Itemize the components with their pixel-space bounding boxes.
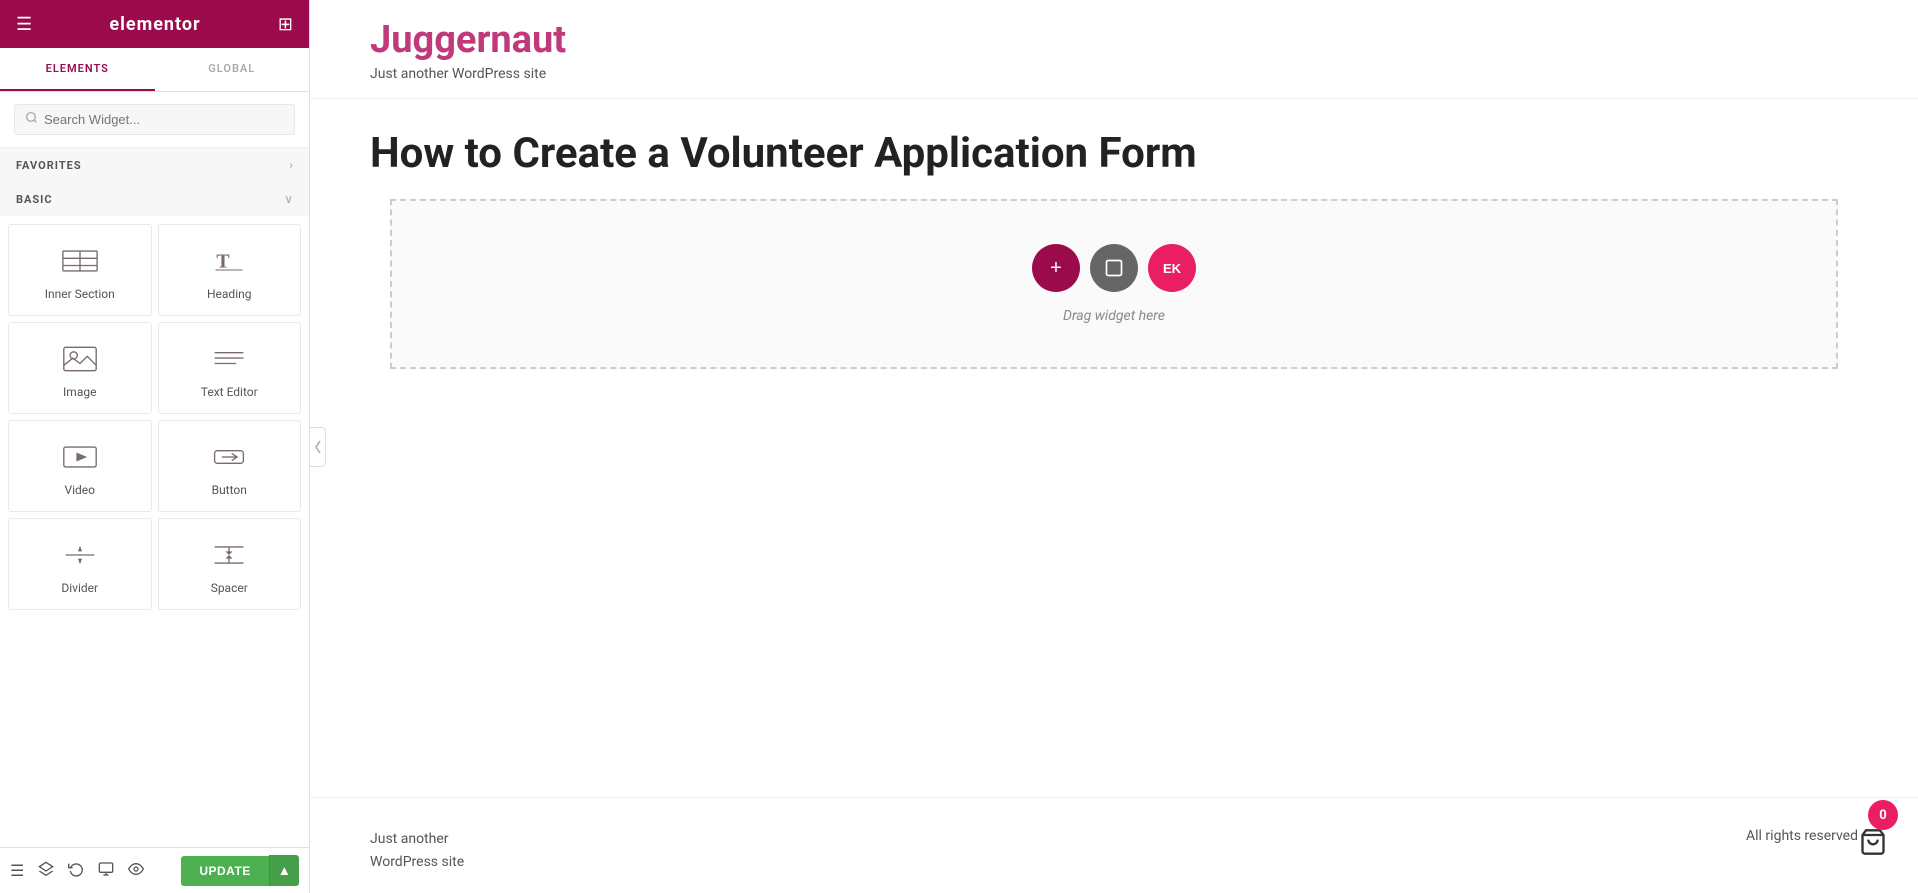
widget-text-editor-label: Text Editor — [201, 385, 258, 399]
favorites-label: FAVORITES — [16, 159, 82, 172]
layers-icon[interactable] — [38, 861, 54, 881]
post-content: How to Create a Volunteer Application Fo… — [310, 99, 1918, 777]
widget-grid: Inner Section T Heading Image — [8, 224, 301, 610]
responsive-icon[interactable] — [98, 861, 114, 881]
cart-badge-container: 0 — [1858, 794, 1888, 863]
grid-icon[interactable]: ⊞ — [278, 14, 293, 35]
widget-divider[interactable]: Divider — [8, 518, 152, 610]
search-wrapper — [14, 104, 295, 135]
widget-video[interactable]: Video — [8, 420, 152, 512]
basic-label: BASIC — [16, 193, 53, 206]
cart-icon[interactable] — [1859, 828, 1887, 863]
elementor-logo: elementor — [109, 14, 200, 35]
footer-left-line2: WordPress site — [370, 851, 464, 873]
site-title: Juggernaut — [370, 20, 1858, 62]
drop-zone-text: Drag widget here — [1063, 308, 1165, 324]
panel-header-center: elementor — [109, 14, 200, 35]
widget-heading[interactable]: T Heading — [158, 224, 302, 316]
tab-elements[interactable]: ELEMENTS — [0, 48, 155, 91]
widget-button-label: Button — [212, 483, 247, 497]
eye-icon[interactable] — [128, 861, 144, 881]
widget-heading-label: Heading — [207, 287, 252, 301]
widget-inner-section[interactable]: Inner Section — [8, 224, 152, 316]
update-dropdown-button[interactable]: ▲ — [269, 855, 299, 886]
history-icon[interactable] — [68, 861, 84, 881]
footer-left: Just another WordPress site — [370, 828, 464, 873]
layers-widget-button[interactable] — [1090, 244, 1138, 292]
preview-area: Juggernaut Just another WordPress site H… — [310, 0, 1918, 893]
widget-spacer-label: Spacer — [211, 581, 248, 595]
widget-image[interactable]: Image — [8, 322, 152, 414]
site-footer: Just another WordPress site All rights r… — [310, 797, 1918, 893]
svg-text:T: T — [217, 250, 230, 272]
toolbar-left: ☰ — [10, 861, 144, 881]
widget-spacer[interactable]: Spacer — [158, 518, 302, 610]
favorites-chevron: › — [289, 158, 293, 172]
hamburger-icon[interactable]: ☰ — [16, 14, 32, 35]
search-icon — [25, 111, 38, 128]
post-title: How to Create a Volunteer Application Fo… — [370, 129, 1858, 179]
widgets-area: Inner Section T Heading Image — [0, 216, 309, 847]
footer-right: All rights reserved — [1746, 828, 1858, 844]
update-button[interactable]: UPDATE — [181, 856, 268, 886]
notification-badge: 0 — [1868, 800, 1898, 830]
footer-left-line1: Just another — [370, 828, 464, 850]
tab-global[interactable]: GLOBAL — [155, 48, 310, 91]
widget-video-label: Video — [64, 483, 95, 497]
hamburger-toolbar-icon[interactable]: ☰ — [10, 861, 24, 880]
drop-zone-buttons: + EK — [1032, 244, 1196, 292]
favorites-section-header[interactable]: FAVORITES › — [0, 148, 309, 182]
widget-button[interactable]: Button — [158, 420, 302, 512]
ext-button[interactable]: EK — [1148, 244, 1196, 292]
panel-tabs: ELEMENTS GLOBAL — [0, 48, 309, 92]
basic-chevron: ∨ — [284, 192, 293, 206]
widget-image-label: Image — [63, 385, 96, 399]
left-panel: ☰ elementor ⊞ ELEMENTS GLOBAL FAVORITES … — [0, 0, 310, 893]
widget-divider-label: Divider — [61, 581, 98, 595]
bottom-toolbar: ☰ — [0, 847, 309, 893]
widget-inner-section-label: Inner Section — [45, 287, 115, 301]
drop-zone[interactable]: + EK Drag widget here — [390, 199, 1838, 369]
site-tagline: Just another WordPress site — [370, 66, 1858, 82]
preview-content: Juggernaut Just another WordPress site H… — [310, 0, 1918, 893]
panel-header: ☰ elementor ⊞ — [0, 0, 309, 48]
update-btn-group: UPDATE ▲ — [181, 855, 299, 886]
add-widget-button[interactable]: + — [1032, 244, 1080, 292]
basic-section-header[interactable]: BASIC ∨ — [0, 182, 309, 216]
search-area — [0, 92, 309, 148]
search-input[interactable] — [44, 112, 284, 127]
collapse-handle[interactable] — [310, 427, 326, 467]
site-header: Juggernaut Just another WordPress site — [310, 0, 1918, 99]
widget-text-editor[interactable]: Text Editor — [158, 322, 302, 414]
